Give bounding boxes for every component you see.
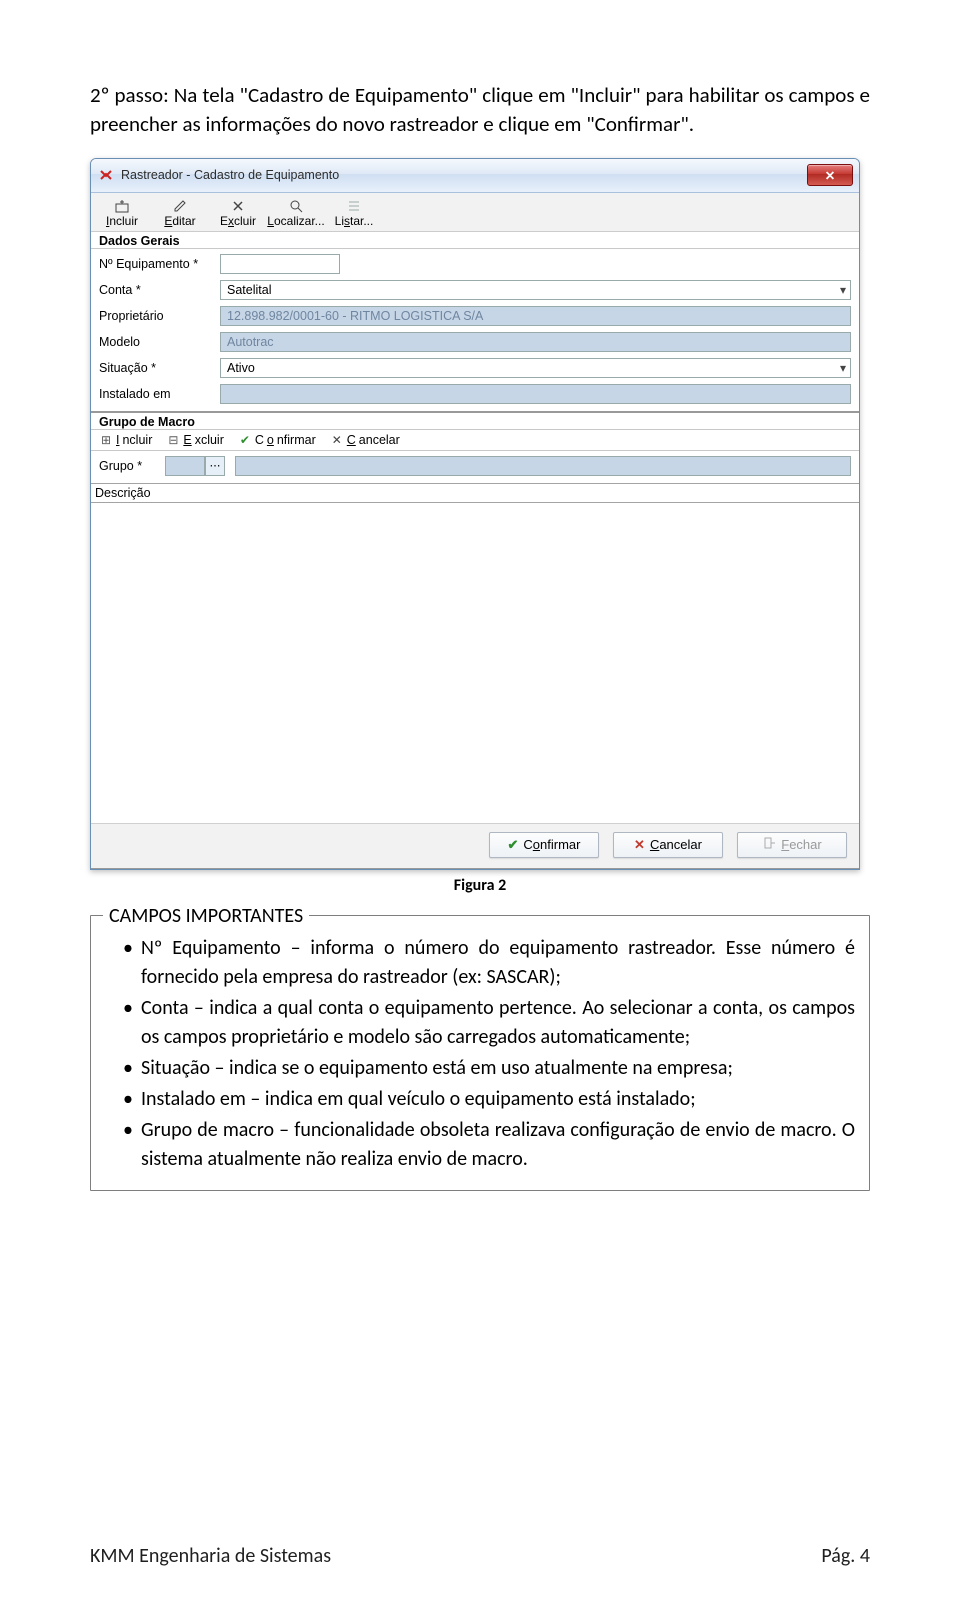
fechar-button[interactable]: Fechar — [737, 832, 847, 858]
x-icon — [231, 198, 245, 214]
toolbar-localizar-button[interactable]: Localizar... — [267, 195, 325, 229]
chevron-down-icon: ▾ — [840, 283, 846, 297]
list-icon — [347, 198, 361, 214]
section-macro-header: Grupo de Macro — [91, 412, 859, 430]
situacao-label: Situação * — [99, 361, 214, 375]
toolbar-editar-label: Editar — [164, 214, 195, 228]
plus-icon — [115, 198, 129, 214]
macro-incluir-button[interactable]: ⊞Incluir — [99, 433, 152, 447]
section-descricao-header: Descrição — [91, 483, 859, 503]
footer-right: Pág. 4 — [821, 1544, 870, 1568]
figure-caption: Figura 2 — [90, 876, 870, 895]
intro-paragraph: 2º passo: Na tela "Cadastro de Equipamen… — [90, 81, 870, 140]
macro-cancelar-button[interactable]: ✕Cancelar — [330, 433, 400, 447]
proprietario-label: Proprietário — [99, 309, 214, 323]
page-footer: KMM Engenharia de Sistemas Pág. 4 — [90, 1544, 870, 1568]
footer-left: KMM Engenharia de Sistemas — [90, 1544, 331, 1568]
descricao-area — [91, 503, 859, 823]
num-equip-label: Nº Equipamento * — [99, 257, 214, 271]
macro-form: Grupo * ⋯ — [91, 451, 859, 483]
instalado-value — [220, 384, 851, 404]
window-title: Rastreador - Cadastro de Equipamento — [121, 168, 339, 182]
grupo-lookup-button[interactable]: ⋯ — [205, 456, 225, 476]
window-body: Dados Gerais Nº Equipamento * Conta * Sa… — [91, 232, 859, 869]
toolbar-excluir-button[interactable]: Excluir — [209, 195, 267, 229]
bullet-list: Nº Equipamento – informa o número do equ… — [105, 934, 855, 1174]
pencil-icon — [173, 198, 187, 214]
x-small-icon: ✕ — [330, 433, 344, 447]
num-equip-input[interactable] — [220, 254, 340, 274]
section-dados-header: Dados Gerais — [91, 232, 859, 249]
titlebar: Rastreador - Cadastro de Equipamento ✕ — [91, 159, 859, 193]
minus-doc-icon: ⊟ — [166, 433, 180, 447]
app-window: Rastreador - Cadastro de Equipamento ✕ I… — [90, 158, 860, 870]
bullet-item: Situação – indica se o equipamento está … — [105, 1054, 855, 1083]
situacao-select[interactable]: Ativo ▾ — [220, 358, 851, 378]
macro-confirmar-button[interactable]: ✔Confirmar — [238, 433, 316, 447]
plus-doc-icon: ⊞ — [99, 433, 113, 447]
dados-form: Nº Equipamento * Conta * Satelital ▾ Pro… — [91, 249, 859, 412]
callout-box: CAMPOS IMPORTANTES Nº Equipamento – info… — [90, 915, 870, 1191]
toolbar-editar-button[interactable]: Editar — [151, 195, 209, 229]
search-icon — [289, 198, 303, 214]
toolbar-listar-button[interactable]: Listar... — [325, 195, 383, 229]
bullet-item: Conta – indica a qual conta o equipament… — [105, 994, 855, 1052]
grupo-code-input[interactable] — [165, 456, 205, 476]
toolbar-excluir-label: Excluir — [220, 214, 256, 228]
check-icon: ✔ — [238, 433, 252, 447]
instalado-label: Instalado em — [99, 387, 214, 401]
macro-toolbar: ⊞Incluir ⊟Excluir ✔Confirmar ✕Cancelar — [91, 430, 859, 451]
toolbar-listar-label: Listar... — [335, 214, 374, 228]
bullet-item: Grupo de macro – funcionalidade obsoleta… — [105, 1116, 855, 1174]
conta-label: Conta * — [99, 283, 214, 297]
door-icon — [762, 836, 776, 853]
toolbar-localizar-label: Localizar... — [267, 214, 324, 228]
toolbar-incluir-label: Incluir — [106, 214, 138, 228]
proprietario-value: 12.898.982/0001-60 - RITMO LOGISTICA S/A — [220, 306, 851, 326]
x-icon: ✕ — [634, 837, 645, 853]
chevron-down-icon: ▾ — [840, 361, 846, 375]
conta-select[interactable]: Satelital ▾ — [220, 280, 851, 300]
confirmar-button[interactable]: ✔ Confirmar — [489, 832, 599, 858]
app-icon — [97, 167, 115, 183]
grupo-desc-input[interactable] — [235, 456, 851, 476]
macro-excluir-button[interactable]: ⊟Excluir — [166, 433, 224, 447]
main-toolbar: Incluir Editar Excluir Localizar... List… — [91, 193, 859, 232]
window-footer: ✔ Confirmar ✕ Cancelar Fechar — [91, 823, 859, 868]
grupo-label: Grupo * — [99, 459, 159, 473]
callout-title: CAMPOS IMPORTANTES — [103, 904, 309, 928]
bullet-item: Instalado em – indica em qual veículo o … — [105, 1085, 855, 1114]
check-icon: ✔ — [508, 837, 519, 853]
modelo-value: Autotrac — [220, 332, 851, 352]
cancelar-button[interactable]: ✕ Cancelar — [613, 832, 723, 858]
close-button[interactable]: ✕ — [807, 164, 853, 186]
toolbar-incluir-button[interactable]: Incluir — [93, 195, 151, 229]
modelo-label: Modelo — [99, 335, 214, 349]
bullet-item: Nº Equipamento – informa o número do equ… — [105, 934, 855, 992]
